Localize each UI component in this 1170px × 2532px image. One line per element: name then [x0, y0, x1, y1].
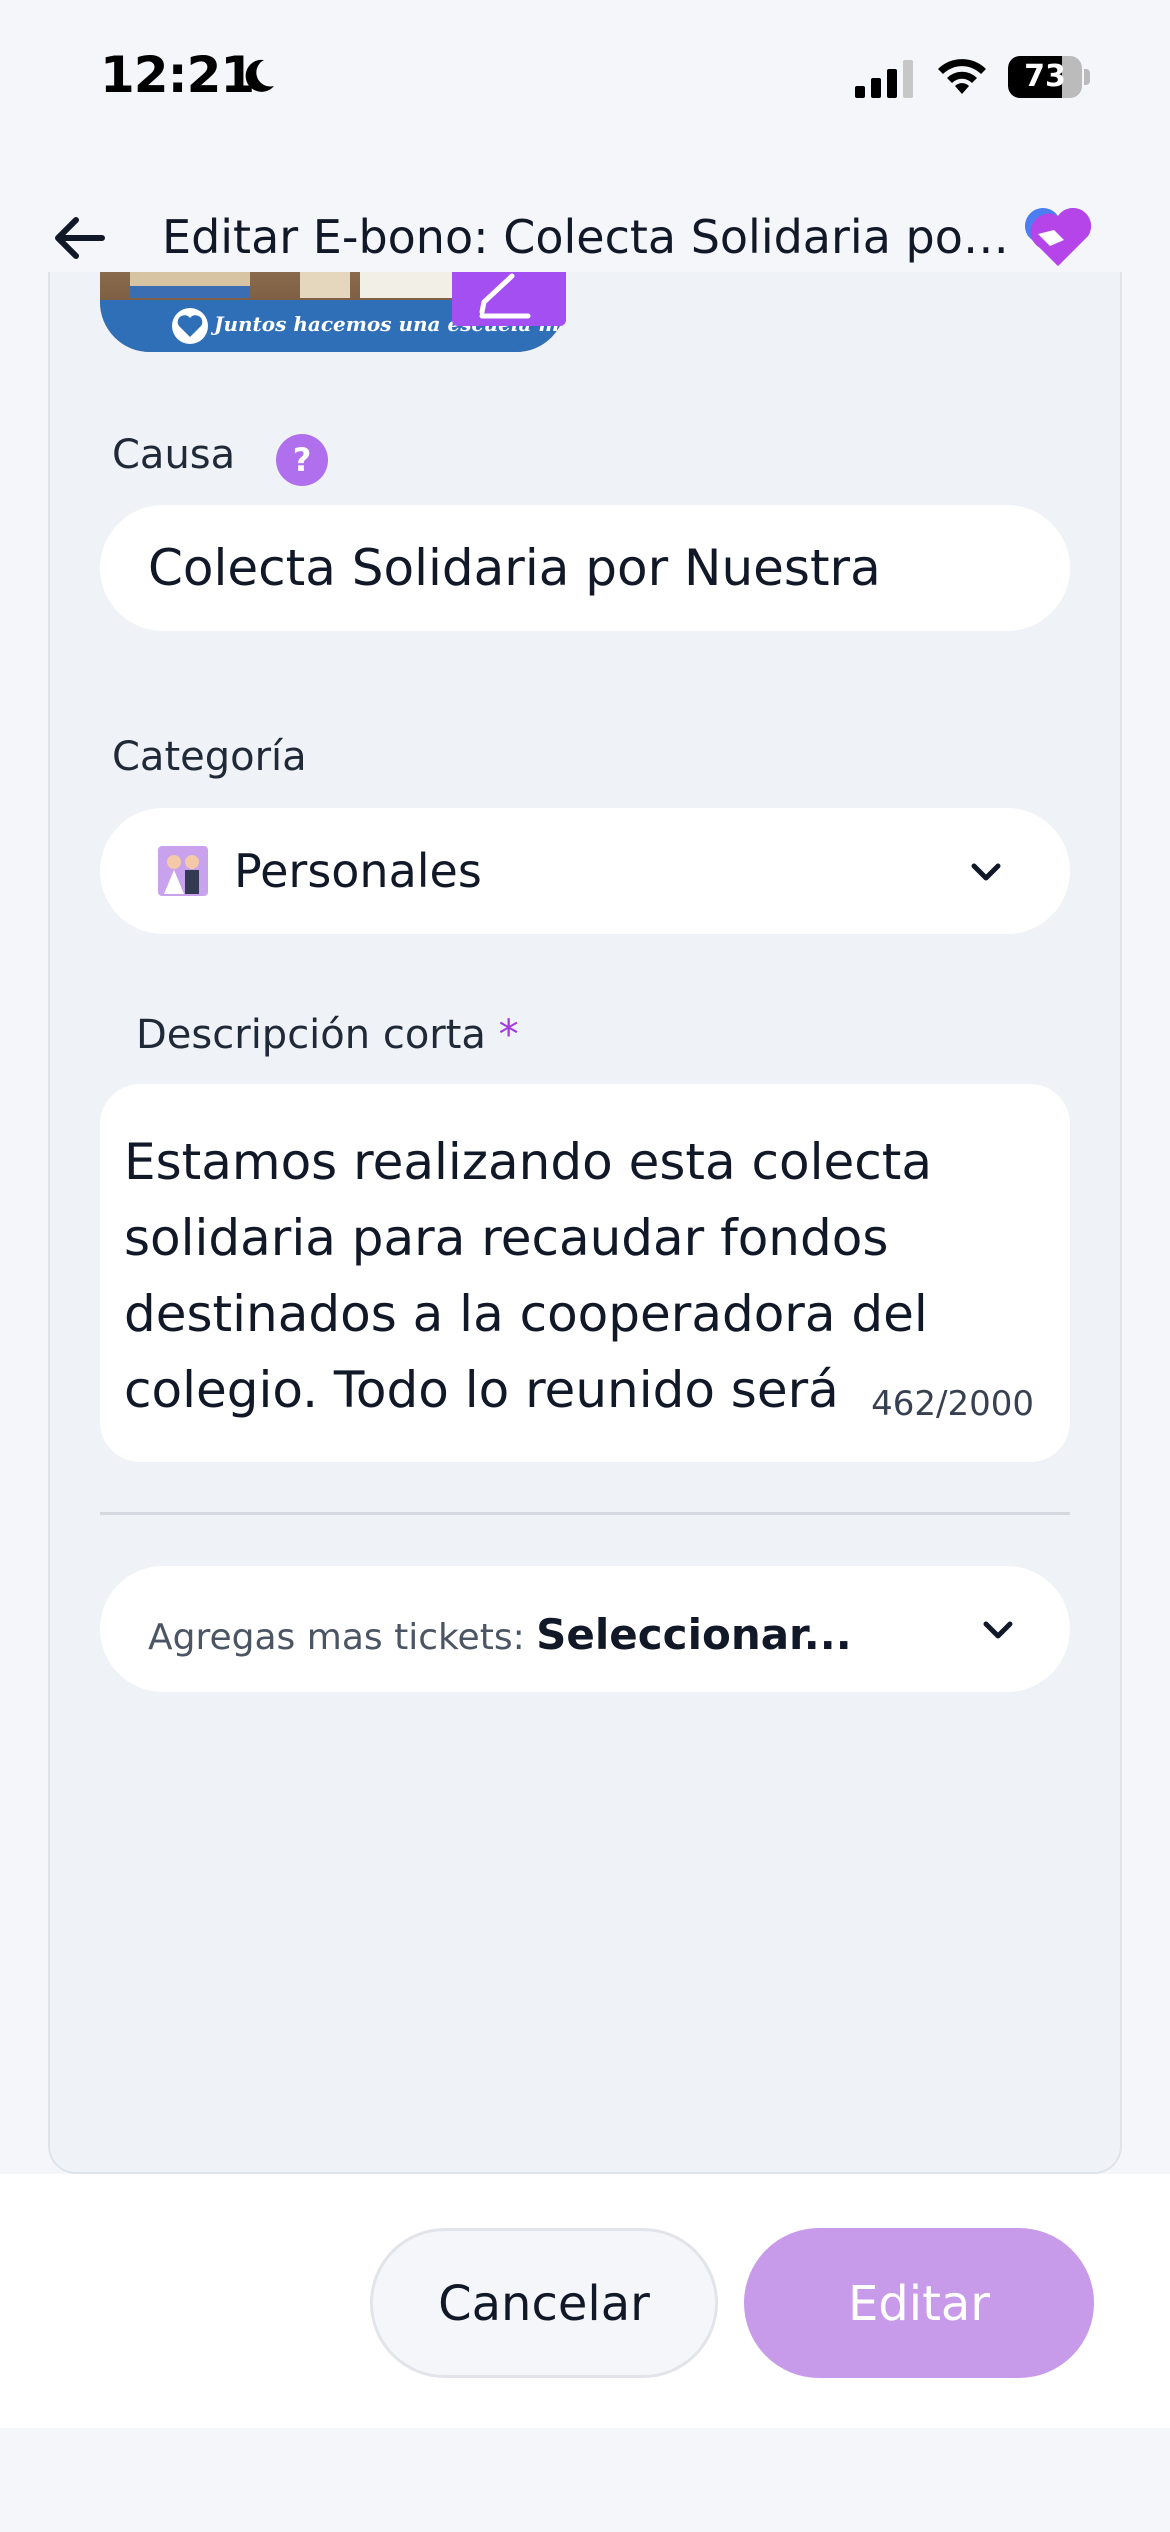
descripcion-label-text: Descripción corta: [136, 1012, 486, 1058]
descripcion-label: Descripción corta *: [136, 1012, 519, 1058]
chevron-down-icon: [971, 863, 1001, 881]
cancel-button[interactable]: Cancelar: [370, 2228, 718, 2378]
tickets-value: Seleccionar...: [536, 1610, 852, 1659]
tickets-select[interactable]: Agregas mas tickets: Seleccionar...: [100, 1566, 1070, 1692]
action-footer: Cancelar Editar: [0, 2174, 1170, 2428]
battery-icon: 73: [1008, 56, 1090, 98]
battery-level: 73: [1024, 59, 1066, 94]
causa-input[interactable]: Colecta Solidaria por Nuestra: [100, 505, 1070, 631]
heart-icon: [172, 308, 208, 344]
causa-label: Causa: [112, 432, 236, 478]
wedding-couple-icon: [158, 846, 208, 896]
edit-image-button[interactable]: [452, 272, 566, 326]
edit-button[interactable]: Editar: [744, 2228, 1094, 2378]
page-title: Editar E-bono: Colecta Solidaria por…: [162, 210, 1020, 264]
descripcion-textarea[interactable]: Estamos realizando esta colecta solidari…: [100, 1084, 1070, 1462]
categoria-select[interactable]: Personales: [100, 808, 1070, 934]
char-counter: 462/2000: [871, 1384, 1034, 1424]
cellular-signal-icon: [855, 60, 913, 98]
categoria-value: Personales: [234, 844, 482, 898]
status-time: 12:21: [100, 46, 255, 104]
back-arrow-icon[interactable]: [50, 210, 110, 266]
wifi-icon: [938, 59, 986, 94]
divider: [100, 1512, 1070, 1515]
required-asterisk: *: [498, 1012, 519, 1058]
status-bar: 12:21 73: [0, 0, 1170, 150]
chevron-down-icon: [983, 1621, 1013, 1639]
help-icon[interactable]: ?: [276, 434, 328, 486]
heart-hand-logo-icon: [1024, 207, 1092, 266]
tickets-label-wrap: Agregas mas tickets: Seleccionar...: [148, 1610, 852, 1659]
app-header: Editar E-bono: Colecta Solidaria por…: [0, 190, 1170, 280]
categoria-label: Categoría: [112, 734, 307, 780]
pencil-icon: [479, 273, 531, 319]
causa-value: Colecta Solidaria por Nuestra: [148, 539, 881, 597]
moon-icon: [245, 59, 274, 92]
descripcion-value: Estamos realizando esta colecta solidari…: [124, 1133, 932, 1419]
tickets-label: Agregas mas tickets:: [148, 1617, 525, 1658]
